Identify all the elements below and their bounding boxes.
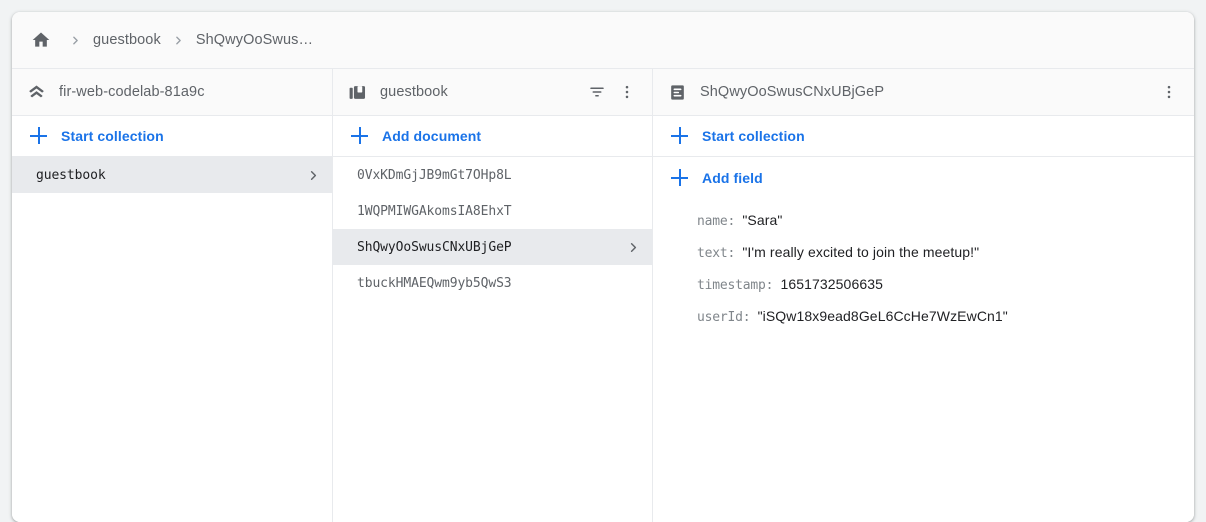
document-id: tbuckHMAEQwm9yb5QwS3 — [357, 276, 642, 291]
firebase-project-icon — [26, 82, 46, 102]
chevron-right-icon — [624, 238, 642, 256]
document-id: ShQwyOoSwusCNxUBjGeP — [357, 240, 618, 255]
plus-icon — [30, 127, 48, 145]
field-list: name: "Sara" text: "I'm really excited t… — [653, 198, 1194, 522]
field-row[interactable]: userId: "iSQw18x9ead8GeL6CcHe7WzEwCn1" — [697, 308, 1194, 340]
field-colon: : — [766, 278, 774, 293]
add-document-label: Add document — [382, 128, 481, 144]
project-panel-header: fir-web-codelab-81a9c — [12, 69, 332, 116]
collection-panel-header: guestbook — [333, 69, 652, 116]
document-panel: ShQwyOoSwusCNxUBjGeP Start collection Ad… — [653, 69, 1194, 522]
field-row[interactable]: text: "I'm really excited to join the me… — [697, 244, 1194, 276]
field-value: "iSQw18x9ead8GeL6CcHe7WzEwCn1" — [758, 308, 1008, 324]
list-item[interactable]: tbuckHMAEQwm9yb5QwS3 — [333, 265, 652, 301]
add-field-button[interactable]: Add field — [653, 157, 1194, 198]
document-icon — [667, 82, 687, 102]
breadcrumb-item-document[interactable]: ShQwyOoSwus… — [196, 32, 313, 48]
field-value: "Sara" — [742, 212, 782, 228]
field-row[interactable]: timestamp: 1651732506635 — [697, 276, 1194, 308]
breadcrumb: guestbook ShQwyOoSwus… — [12, 12, 1194, 69]
project-collection-list[interactable]: guestbook — [12, 157, 332, 522]
start-collection-label: Start collection — [61, 128, 164, 144]
project-name: fir-web-codelab-81a9c — [59, 84, 320, 100]
field-key: name — [697, 214, 728, 229]
start-collection-label: Start collection — [702, 128, 805, 144]
start-collection-button-document[interactable]: Start collection — [653, 116, 1194, 157]
list-item[interactable]: 0VxKDmGjJB9mGt7OHp8L — [333, 157, 652, 193]
plus-icon — [671, 127, 689, 145]
field-colon: : — [743, 310, 751, 325]
plus-icon — [351, 127, 369, 145]
document-id: 0VxKDmGjJB9mGt7OHp8L — [357, 168, 642, 183]
list-item[interactable]: ShQwyOoSwusCNxUBjGeP — [333, 229, 652, 265]
more-vert-icon[interactable] — [614, 79, 640, 105]
field-key: timestamp — [697, 278, 766, 293]
firestore-data-card: guestbook ShQwyOoSwus… fir-web-codelab-8… — [12, 12, 1194, 522]
collection-icon — [347, 82, 367, 102]
field-colon: : — [728, 246, 736, 261]
breadcrumb-separator-2 — [172, 34, 185, 47]
project-panel: fir-web-codelab-81a9c Start collection g… — [12, 69, 333, 522]
field-value: "I'm really excited to join the meetup!" — [742, 244, 979, 260]
list-item[interactable]: guestbook — [12, 157, 332, 193]
field-row[interactable]: name: "Sara" — [697, 212, 1194, 244]
document-header-actions — [1156, 79, 1182, 105]
filter-icon[interactable] — [584, 79, 610, 105]
field-colon: : — [728, 214, 736, 229]
add-field-label: Add field — [702, 170, 763, 186]
home-icon[interactable] — [28, 27, 54, 53]
field-key: text — [697, 246, 728, 261]
collection-title: guestbook — [380, 84, 584, 100]
collection-header-actions — [584, 79, 640, 105]
panel-columns: fir-web-codelab-81a9c Start collection g… — [12, 69, 1194, 522]
chevron-right-icon — [304, 166, 322, 184]
start-collection-button-project[interactable]: Start collection — [12, 116, 332, 157]
document-panel-header: ShQwyOoSwusCNxUBjGeP — [653, 69, 1194, 116]
plus-icon — [671, 169, 689, 187]
list-item[interactable]: 1WQPMIWGAkomsIA8EhxT — [333, 193, 652, 229]
breadcrumb-item-collection[interactable]: guestbook — [93, 32, 161, 48]
collection-panel: guestbook Add document 0VxKDmGjJB9mGt7OH… — [333, 69, 653, 522]
document-list[interactable]: 0VxKDmGjJB9mGt7OHp8L 1WQPMIWGAkomsIA8Ehx… — [333, 157, 652, 522]
more-vert-icon[interactable] — [1156, 79, 1182, 105]
field-value: 1651732506635 — [780, 276, 883, 292]
document-title: ShQwyOoSwusCNxUBjGeP — [700, 84, 1156, 100]
breadcrumb-separator-1 — [69, 34, 82, 47]
document-id: 1WQPMIWGAkomsIA8EhxT — [357, 204, 642, 219]
collection-name: guestbook — [36, 168, 298, 183]
field-key: userId — [697, 310, 743, 325]
add-document-button[interactable]: Add document — [333, 116, 652, 157]
